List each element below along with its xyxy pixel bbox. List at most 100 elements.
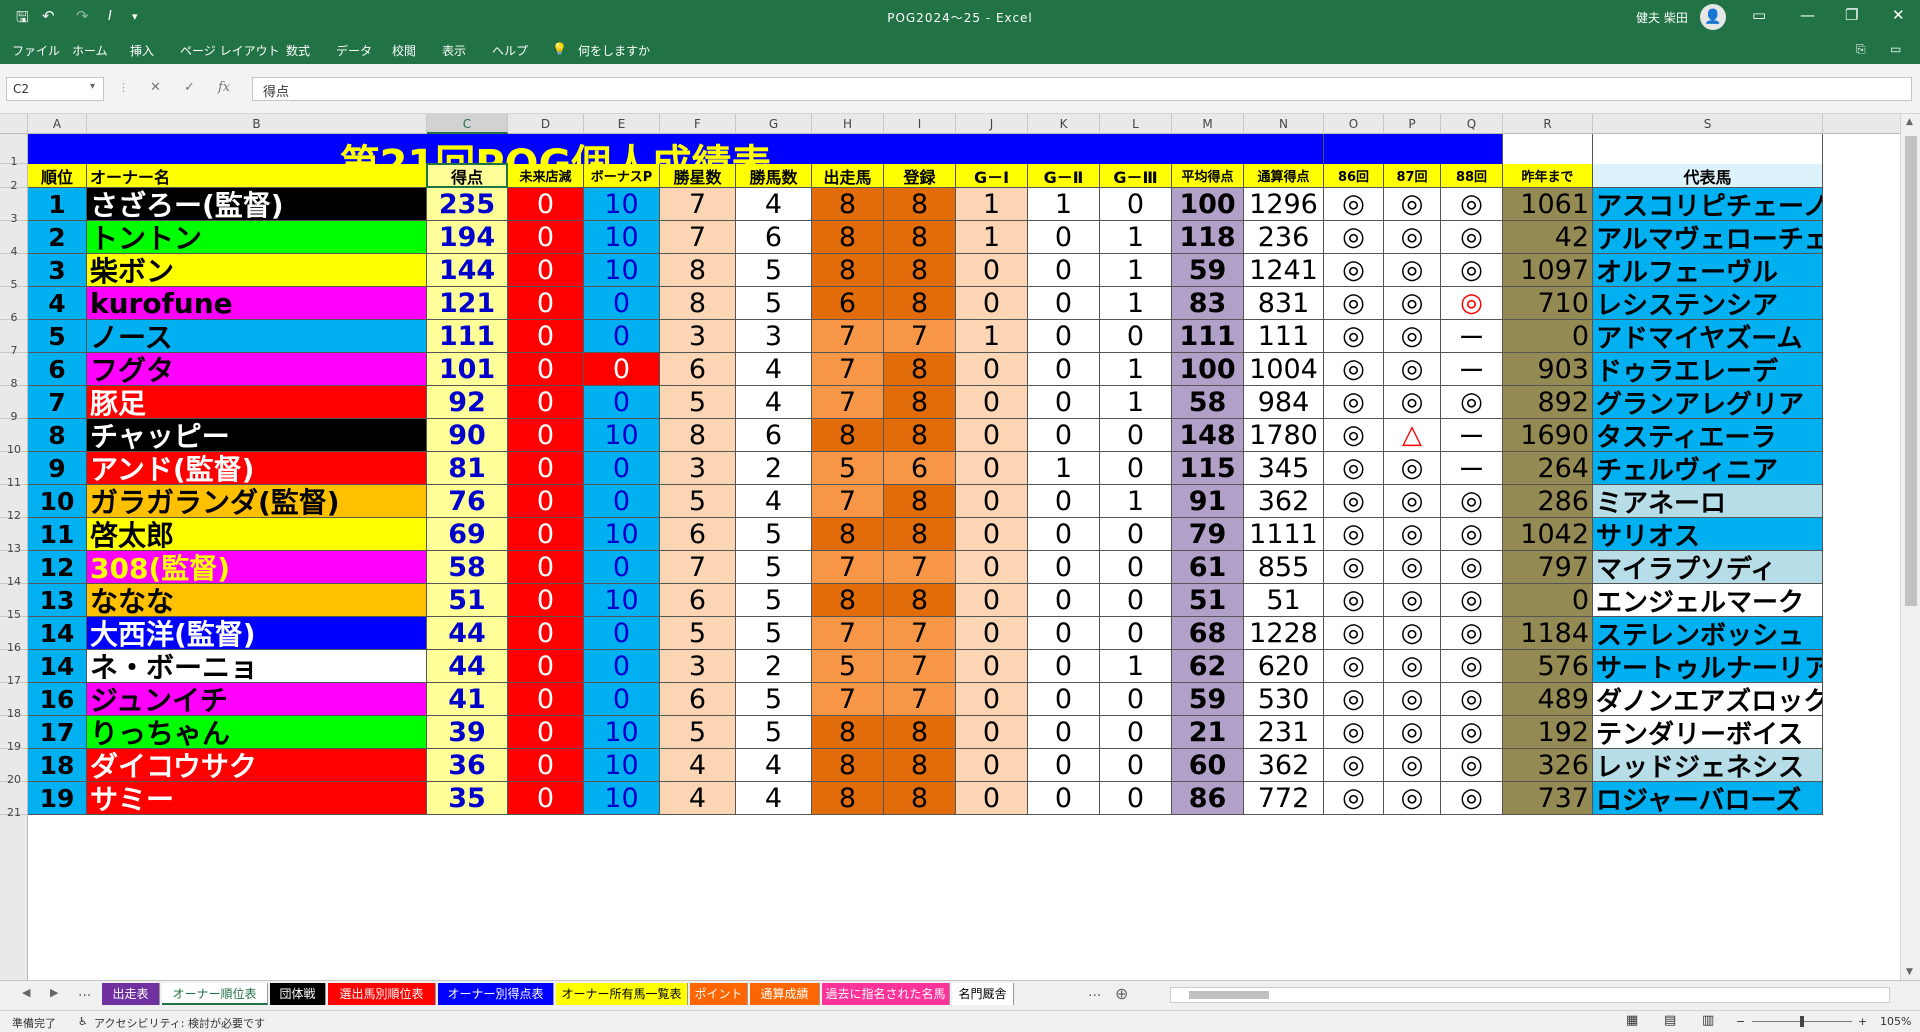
wins-cell[interactable]: 6 xyxy=(660,683,736,716)
horizontal-scrollbar[interactable] xyxy=(1170,987,1890,1003)
rank-cell[interactable]: 7 xyxy=(28,386,87,419)
column-title-10[interactable]: G－Ⅰ xyxy=(956,164,1028,188)
starters-cell[interactable]: 6 xyxy=(812,287,884,320)
previous-total-cell[interactable]: 286 xyxy=(1503,485,1593,518)
accessibility-status[interactable]: アクセシビリティ: 検討が必要です xyxy=(94,1015,265,1031)
round87-cell[interactable]: ◎ xyxy=(1384,287,1441,320)
sheet-tab-2[interactable]: オーナー順位表 xyxy=(162,983,268,1005)
average-cell[interactable]: 60 xyxy=(1172,749,1244,782)
representative-horse-cell[interactable]: アスコリピチェーノ xyxy=(1593,188,1823,221)
previous-total-cell[interactable]: 797 xyxy=(1503,551,1593,584)
registered-cell[interactable]: 8 xyxy=(884,419,956,452)
round88-cell[interactable]: ー xyxy=(1441,452,1503,485)
g1-cell[interactable]: 1 xyxy=(956,320,1028,353)
total-cell[interactable]: 51 xyxy=(1244,584,1324,617)
column-header-f[interactable]: F xyxy=(660,114,736,134)
g1-cell[interactable]: 0 xyxy=(956,287,1028,320)
bonus-cell[interactable]: 0 xyxy=(584,287,660,320)
g1-cell[interactable]: 0 xyxy=(956,254,1028,287)
avatar[interactable]: 👤 xyxy=(1700,4,1726,30)
round87-cell[interactable]: ◎ xyxy=(1384,716,1441,749)
restore-icon[interactable]: ❐ xyxy=(1845,6,1858,24)
row-header-6[interactable]: 6 xyxy=(0,287,28,324)
registered-cell[interactable]: 8 xyxy=(884,485,956,518)
round86-cell[interactable]: ◎ xyxy=(1324,419,1384,452)
user-name[interactable]: 健夫 柴田 xyxy=(1636,9,1688,26)
winners-cell[interactable]: 2 xyxy=(736,650,812,683)
winners-cell[interactable]: 5 xyxy=(736,254,812,287)
mirai-cell[interactable]: 0 xyxy=(508,683,584,716)
normal-view-icon[interactable]: ▦ xyxy=(1626,1013,1638,1028)
representative-horse-cell[interactable]: サートゥルナーリア xyxy=(1593,650,1823,683)
average-cell[interactable]: 59 xyxy=(1172,254,1244,287)
g3-cell[interactable]: 0 xyxy=(1100,617,1172,650)
vertical-scrollbar[interactable]: ▲ ▼ xyxy=(1900,114,1920,980)
bonus-cell[interactable]: 0 xyxy=(584,320,660,353)
winners-cell[interactable]: 4 xyxy=(736,782,812,815)
wins-cell[interactable]: 5 xyxy=(660,617,736,650)
round88-cell[interactable]: ◎ xyxy=(1441,617,1503,650)
wins-cell[interactable]: 5 xyxy=(660,386,736,419)
column-header-b[interactable]: B xyxy=(87,114,427,134)
rank-cell[interactable]: 14 xyxy=(28,650,87,683)
row-header-18[interactable]: 18 xyxy=(0,683,28,720)
row-header-11[interactable]: 11 xyxy=(0,452,28,489)
round86-cell[interactable]: ◎ xyxy=(1324,683,1384,716)
row-header-16[interactable]: 16 xyxy=(0,617,28,654)
g2-cell[interactable]: 0 xyxy=(1028,716,1100,749)
wins-cell[interactable]: 4 xyxy=(660,782,736,815)
wins-cell[interactable]: 6 xyxy=(660,518,736,551)
rank-cell[interactable]: 9 xyxy=(28,452,87,485)
representative-horse-cell[interactable]: ドゥラエレーデ xyxy=(1593,353,1823,386)
representative-horse-cell[interactable]: アルマヴェローチェ xyxy=(1593,221,1823,254)
owner-cell[interactable]: 大西洋(監督) xyxy=(87,617,427,650)
column-title-2[interactable]: オーナー名 xyxy=(87,164,427,188)
average-cell[interactable]: 51 xyxy=(1172,584,1244,617)
g2-cell[interactable]: 0 xyxy=(1028,650,1100,683)
column-title-17[interactable]: 88回 xyxy=(1441,164,1503,188)
representative-horse-cell[interactable]: ダノンエアズロック xyxy=(1593,683,1823,716)
previous-total-cell[interactable]: 42 xyxy=(1503,221,1593,254)
tab-help[interactable]: ヘルプ xyxy=(492,42,528,59)
column-header-g[interactable]: G xyxy=(736,114,812,134)
row-header-12[interactable]: 12 xyxy=(0,485,28,522)
column-header-e[interactable]: E xyxy=(584,114,660,134)
round87-cell[interactable]: ◎ xyxy=(1384,782,1441,815)
winners-cell[interactable]: 2 xyxy=(736,452,812,485)
winners-cell[interactable]: 5 xyxy=(736,716,812,749)
g1-cell[interactable]: 0 xyxy=(956,617,1028,650)
bonus-cell[interactable]: 10 xyxy=(584,716,660,749)
g3-cell[interactable]: 1 xyxy=(1100,386,1172,419)
round88-cell[interactable]: ◎ xyxy=(1441,584,1503,617)
total-cell[interactable]: 362 xyxy=(1244,749,1324,782)
round87-cell[interactable]: ◎ xyxy=(1384,452,1441,485)
bonus-cell[interactable]: 0 xyxy=(584,386,660,419)
registered-cell[interactable]: 7 xyxy=(884,650,956,683)
tab-file[interactable]: ファイル xyxy=(12,42,60,59)
sheet-tab-10[interactable]: 名門厩舎 xyxy=(952,983,1014,1005)
score-cell[interactable]: 101 xyxy=(427,353,508,386)
g2-cell[interactable]: 0 xyxy=(1028,485,1100,518)
bonus-cell[interactable]: 0 xyxy=(584,452,660,485)
previous-total-cell[interactable]: 1097 xyxy=(1503,254,1593,287)
sheet-tab-5[interactable]: オーナー別得点表 xyxy=(438,983,554,1005)
previous-total-cell[interactable]: 264 xyxy=(1503,452,1593,485)
starters-cell[interactable]: 8 xyxy=(812,782,884,815)
sheet-tab-4[interactable]: 選出馬別順位表 xyxy=(328,983,436,1005)
insert-function-icon[interactable]: fx xyxy=(218,80,230,95)
g2-cell[interactable]: 0 xyxy=(1028,419,1100,452)
g1-cell[interactable]: 0 xyxy=(956,683,1028,716)
cancel-icon[interactable]: ✕ xyxy=(150,80,161,95)
wins-cell[interactable]: 3 xyxy=(660,320,736,353)
registered-cell[interactable]: 8 xyxy=(884,782,956,815)
next-sheet-icon[interactable]: ▶ xyxy=(50,986,58,999)
winners-cell[interactable]: 6 xyxy=(736,221,812,254)
total-cell[interactable]: 111 xyxy=(1244,320,1324,353)
mirai-cell[interactable]: 0 xyxy=(508,353,584,386)
score-cell[interactable]: 41 xyxy=(427,683,508,716)
score-cell[interactable]: 36 xyxy=(427,749,508,782)
previous-total-cell[interactable]: 326 xyxy=(1503,749,1593,782)
wins-cell[interactable]: 8 xyxy=(660,254,736,287)
total-cell[interactable]: 1780 xyxy=(1244,419,1324,452)
spreadsheet-grid[interactable]: 第21回POG個人成績表順位オーナー名得点未来店減ボーナスP勝星数勝馬数出走馬登… xyxy=(28,134,1900,980)
